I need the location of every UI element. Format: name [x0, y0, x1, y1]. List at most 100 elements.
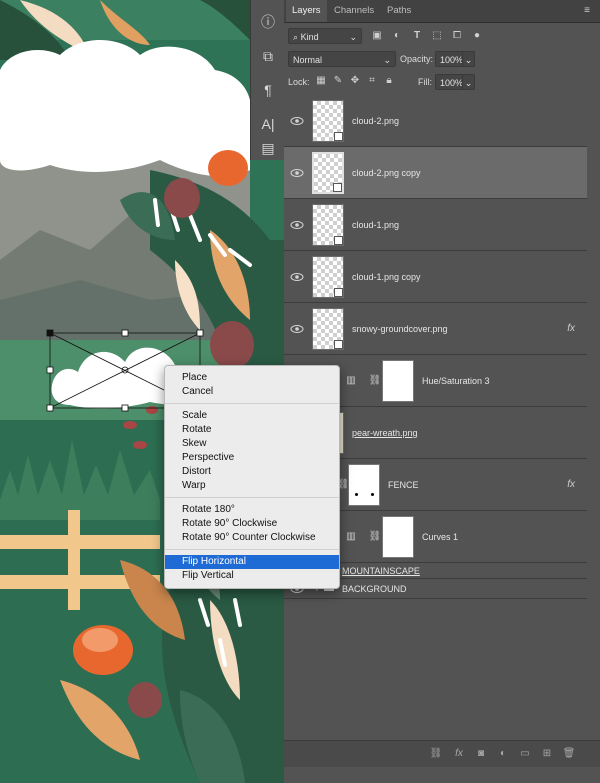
fill-label: Fill:	[418, 77, 432, 87]
panel-tool-strip: ⓘ ⧉ ¶ A| ▤	[250, 0, 286, 160]
add-layer-style-icon[interactable]: fx	[452, 747, 466, 761]
new-layer-icon[interactable]: ⊞	[540, 747, 554, 761]
eye-icon[interactable]	[290, 270, 304, 284]
layer-thumbnail	[312, 308, 344, 350]
layer-thumbnail	[312, 204, 344, 246]
smart-object-icon	[334, 340, 343, 349]
chain-link-icon[interactable]: ⛓︎	[368, 530, 382, 544]
chevron-down-icon: ⌄	[383, 55, 391, 65]
layer-mask-thumbnail	[348, 464, 380, 506]
layers-bottom-toolbar: ⛓︎ fx ◙ ◐ ▭ ⊞ 🗑︎	[284, 740, 600, 767]
panel-tabs: Layers Channels Paths ≡	[284, 0, 600, 23]
layer-name: snowy-groundcover.png	[352, 324, 448, 334]
layer-row-selected[interactable]: cloud-2.png copy	[284, 147, 587, 199]
layer-row[interactable]: cloud-1.png	[284, 199, 587, 251]
tab-layers[interactable]: Layers	[286, 0, 327, 22]
blend-mode-value: Normal	[293, 55, 323, 65]
hamburger-icon[interactable]: ≡	[580, 4, 594, 18]
layer-row[interactable]: cloud-2.png	[284, 95, 587, 147]
layer-name: cloud-2.png	[352, 116, 400, 126]
menu-item-distort[interactable]: Distort	[165, 465, 339, 479]
filter-toggle-icon[interactable]: ●	[470, 29, 484, 43]
hue-saturation-adjustment-icon: ▥	[346, 375, 356, 386]
smart-object-icon	[334, 236, 343, 245]
filter-kind-label: Kind	[300, 32, 319, 42]
opacity-dropdown-icon[interactable]: ⌄	[462, 51, 475, 67]
menu-item-rotate[interactable]: Rotate	[165, 423, 339, 437]
info-icon[interactable]: ⓘ	[258, 12, 278, 32]
filter-pixel-icon[interactable]: ▣	[370, 29, 384, 43]
lock-all-icon[interactable]: 🔒︎	[382, 74, 396, 88]
layer-name: Hue/Saturation 3	[422, 376, 490, 386]
menu-item-warp[interactable]: Warp	[165, 479, 339, 493]
add-mask-icon[interactable]: ◙	[474, 747, 488, 761]
new-group-icon[interactable]: ▭	[518, 747, 532, 761]
layer-name: MOUNTAINSCAPE	[342, 566, 420, 576]
menu-item-flip-horizontal[interactable]: Flip Horizontal	[165, 555, 339, 569]
layer-thumbnail	[312, 152, 344, 194]
filter-type-icon[interactable]: T	[410, 29, 424, 43]
paragraph-icon[interactable]: ¶	[258, 80, 278, 100]
layer-name: BACKGROUND	[342, 584, 407, 594]
filter-adjustment-icon[interactable]: ◐	[390, 29, 404, 43]
link-layers-icon[interactable]: ⛓︎	[429, 747, 443, 761]
eye-icon[interactable]	[290, 322, 304, 336]
layer-name: cloud-1.png copy	[352, 272, 421, 282]
filter-kind-select[interactable]: ⌕ Kind ⌄	[288, 28, 362, 44]
character-icon[interactable]: A|	[258, 114, 278, 134]
menu-item-rotate-90-ccw[interactable]: Rotate 90° Counter Clockwise	[165, 531, 339, 545]
layer-name: cloud-2.png copy	[352, 168, 421, 178]
blend-mode-select[interactable]: Normal ⌄	[288, 51, 396, 67]
opacity-label: Opacity:	[400, 54, 434, 64]
eye-icon[interactable]	[290, 114, 304, 128]
menu-separator	[165, 403, 339, 404]
tab-paths[interactable]: Paths	[381, 0, 417, 22]
lock-image-pixels-icon[interactable]: ✎	[331, 74, 345, 88]
transform-context-menu: Place Cancel Scale Rotate Skew Perspecti…	[164, 365, 340, 589]
menu-item-perspective[interactable]: Perspective	[165, 451, 339, 465]
layer-mask-thumbnail	[382, 516, 414, 558]
menu-item-scale[interactable]: Scale	[165, 409, 339, 423]
layer-mask-thumbnail	[382, 360, 414, 402]
fill-dropdown-icon[interactable]: ⌄	[462, 74, 475, 90]
smart-object-icon	[333, 183, 342, 192]
layer-thumbnail	[312, 256, 344, 298]
layer-name: Curves 1	[422, 532, 459, 542]
layer-name: FENCE	[388, 480, 419, 490]
menu-item-skew[interactable]: Skew	[165, 437, 339, 451]
layer-name: cloud-1.png	[352, 220, 400, 230]
menu-item-place[interactable]: Place	[165, 371, 339, 385]
opacity-value: 100%	[440, 55, 464, 65]
chain-link-icon[interactable]: ⛓︎	[368, 374, 382, 388]
lock-artboard-icon[interactable]: ⌗	[365, 74, 379, 88]
smart-object-icon	[334, 288, 343, 297]
notes-icon[interactable]: ▤	[258, 138, 278, 158]
menu-item-flip-vertical[interactable]: Flip Vertical	[165, 569, 339, 583]
tab-channels[interactable]: Channels	[328, 0, 380, 22]
layer-effects-icon[interactable]: fx	[567, 459, 575, 511]
menu-separator	[165, 549, 339, 550]
menu-item-cancel[interactable]: Cancel	[165, 385, 339, 399]
filter-smart-object-icon[interactable]: ⧠	[450, 29, 464, 43]
trash-icon[interactable]: 🗑︎	[562, 747, 576, 761]
eye-icon[interactable]	[290, 166, 304, 180]
curves-adjustment-icon: ▥	[346, 531, 356, 542]
menu-separator	[165, 497, 339, 498]
search-icon: ⌕	[293, 32, 299, 42]
lock-transparent-pixels-icon[interactable]: ▦	[314, 74, 328, 88]
lock-position-icon[interactable]: ✥	[348, 74, 362, 88]
new-adjustment-layer-icon[interactable]: ◐	[496, 747, 510, 761]
menu-item-rotate-90-cw[interactable]: Rotate 90° Clockwise	[165, 517, 339, 531]
layer-thumbnail	[312, 100, 344, 142]
clone-source-icon[interactable]: ⧉	[258, 46, 278, 66]
smart-object-icon	[334, 132, 343, 141]
layer-row[interactable]: snowy-groundcover.png fx	[284, 303, 587, 355]
layer-row[interactable]: cloud-1.png copy	[284, 251, 587, 303]
filter-shape-icon[interactable]: ⬚	[430, 29, 444, 43]
layer-effects-icon[interactable]: fx	[567, 303, 575, 355]
fill-value: 100%	[440, 78, 464, 88]
menu-item-rotate-180[interactable]: Rotate 180°	[165, 503, 339, 517]
layer-name: pear-wreath.png	[352, 428, 418, 438]
lock-label: Lock:	[288, 77, 310, 87]
eye-icon[interactable]	[290, 218, 304, 232]
